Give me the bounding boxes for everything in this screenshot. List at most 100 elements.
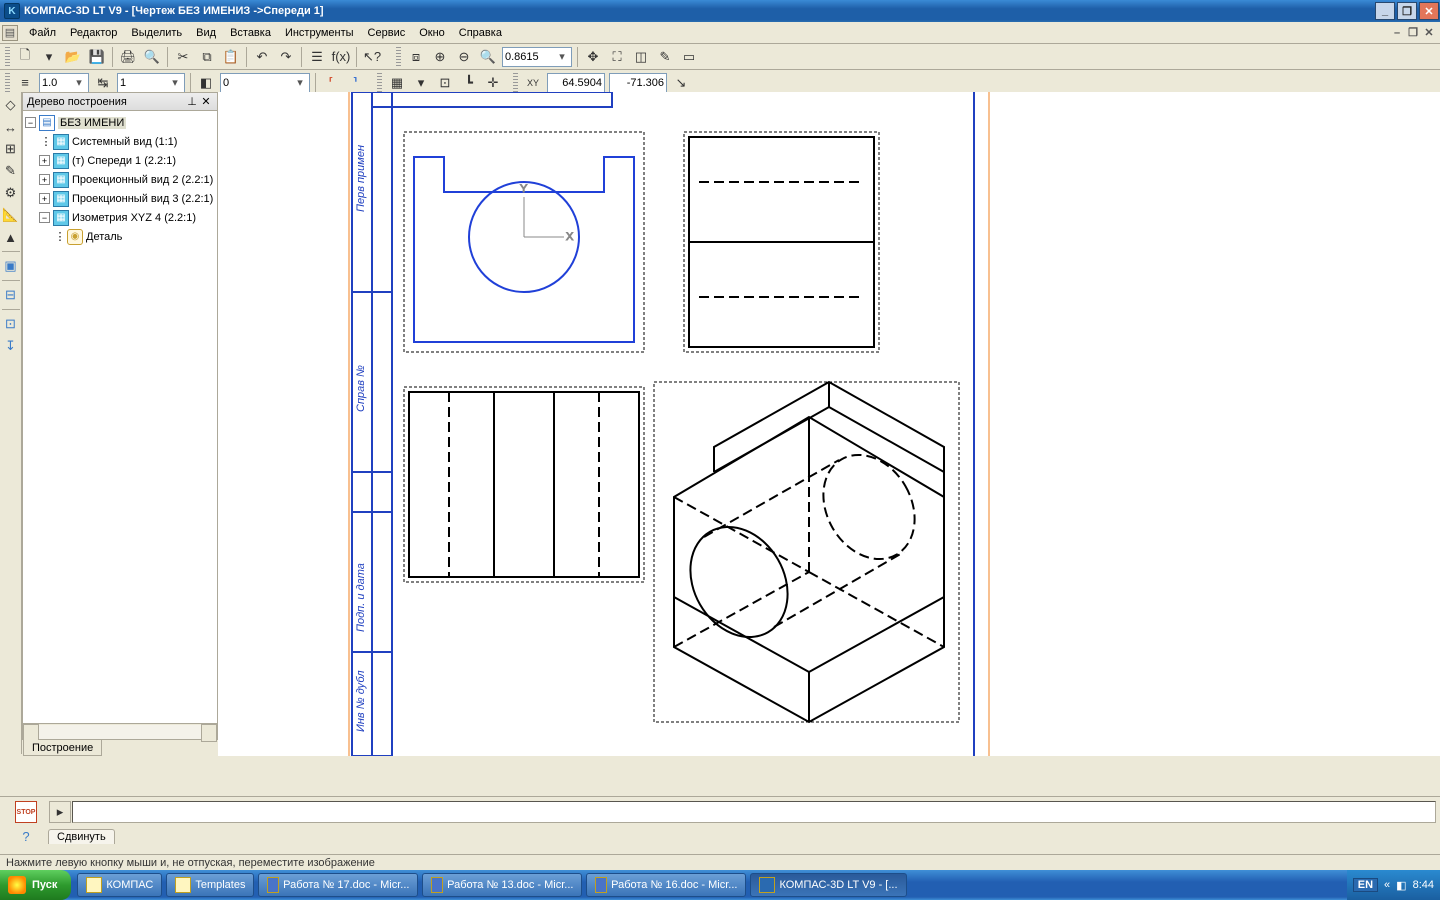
grid-dropdown-icon[interactable]: ▾ bbox=[410, 72, 432, 94]
dimension-tool-icon[interactable]: ↔ bbox=[1, 117, 21, 137]
menu-view[interactable]: Вид bbox=[189, 24, 223, 42]
drawing-canvas[interactable]: Перв примен Справ № Подп. и дата Инв № д… bbox=[218, 92, 1440, 756]
toolbar-grip[interactable] bbox=[5, 47, 10, 67]
coord-y-field[interactable]: -71.306 bbox=[609, 73, 667, 93]
export-tool-icon[interactable]: ↧ bbox=[1, 336, 21, 356]
coord-settings-button[interactable]: ↘ bbox=[670, 72, 692, 94]
ortho-button[interactable]: ┗ bbox=[458, 72, 480, 94]
start-button[interactable]: Пуск bbox=[0, 870, 71, 900]
document-app-icon[interactable]: ▤ bbox=[2, 25, 18, 41]
copy-button[interactable]: ⧉ bbox=[196, 46, 218, 68]
close-button[interactable]: ✕ bbox=[1419, 2, 1439, 20]
tree-root[interactable]: − ▤ БЕЗ ИМЕНИ bbox=[25, 113, 215, 132]
task-word-13[interactable]: Работа № 13.doc - Micr... bbox=[422, 873, 582, 897]
coord-mode-button[interactable]: XY bbox=[522, 72, 544, 94]
line-width-icon[interactable]: ≡ bbox=[14, 72, 36, 94]
properties-button[interactable]: ☰ bbox=[306, 46, 328, 68]
task-folder-kompas[interactable]: КОМПАС bbox=[77, 873, 162, 897]
zoom-combo[interactable]: 0.8615▾ bbox=[502, 47, 572, 67]
menu-help[interactable]: Справка bbox=[452, 24, 509, 42]
auto-width-icon[interactable]: ↹ bbox=[92, 72, 114, 94]
tree-body[interactable]: − ▤ БЕЗ ИМЕНИ ⋮ ▦ Системный вид (1:1) + … bbox=[23, 111, 217, 723]
maximize-button[interactable]: ❐ bbox=[1397, 2, 1417, 20]
pan-button[interactable]: ✥ bbox=[582, 46, 604, 68]
dropdown-arrow-icon[interactable]: ▾ bbox=[38, 46, 60, 68]
toggle-icon[interactable]: − bbox=[39, 212, 50, 223]
zoom-out-button[interactable]: ⊖ bbox=[453, 46, 475, 68]
edit-tool-icon[interactable]: ✎ bbox=[1, 161, 21, 181]
mdi-restore-button[interactable]: ❐ bbox=[1406, 26, 1420, 40]
grid-button[interactable]: ▦ bbox=[386, 72, 408, 94]
task-kompas-app[interactable]: КОМПАС-3D LT V9 - [... bbox=[750, 873, 906, 897]
mdi-close-button[interactable]: ✕ bbox=[1422, 26, 1436, 40]
local-csys-button[interactable]: ✛ bbox=[482, 72, 504, 94]
tree-bottom-tab[interactable]: Построение bbox=[23, 740, 102, 756]
pin-icon[interactable]: ⊥ bbox=[185, 95, 199, 108]
language-indicator[interactable]: EN bbox=[1353, 878, 1378, 892]
preview-button[interactable]: 🔍 bbox=[141, 46, 163, 68]
task-word-16[interactable]: Работа № 16.doc - Micr... bbox=[586, 873, 746, 897]
tree-item-system-view[interactable]: ⋮ ▦ Системный вид (1:1) bbox=[25, 132, 215, 151]
refresh-button[interactable]: ✎ bbox=[654, 46, 676, 68]
snap-magnet-blue-icon[interactable]: ⸣ bbox=[344, 72, 366, 94]
select-tool-icon[interactable]: ▲ bbox=[1, 227, 21, 247]
tree-item-iso[interactable]: − ▦ Изометрия XYZ 4 (2.2:1) bbox=[25, 208, 215, 227]
help-button[interactable]: ? bbox=[15, 825, 37, 847]
tree-h-scrollbar[interactable] bbox=[23, 723, 217, 739]
color-button[interactable]: ◧ bbox=[195, 72, 217, 94]
menu-file[interactable]: Файл bbox=[22, 24, 63, 42]
command-input[interactable] bbox=[72, 801, 1436, 823]
menu-select[interactable]: Выделить bbox=[124, 24, 189, 42]
snap-node-button[interactable]: ⊡ bbox=[434, 72, 456, 94]
print-button[interactable]: 🖨 bbox=[117, 46, 139, 68]
line-width-combo[interactable]: 1.0▾ bbox=[39, 73, 89, 93]
toggle-icon[interactable]: + bbox=[39, 193, 50, 204]
zoom-fit-button[interactable]: ⛶ bbox=[606, 46, 628, 68]
report-tool-icon[interactable]: ⊡ bbox=[1, 314, 21, 334]
zoom-frame-button[interactable]: ⧈ bbox=[405, 46, 427, 68]
minimize-button[interactable]: _ bbox=[1375, 2, 1395, 20]
tree-item-detail[interactable]: ⋮ ◉ Деталь bbox=[25, 227, 215, 246]
tree-item-proj2[interactable]: + ▦ Проекционный вид 2 (2.2:1) bbox=[25, 170, 215, 189]
style-combo[interactable]: 0▾ bbox=[220, 73, 310, 93]
close-panel-icon[interactable]: ✕ bbox=[199, 95, 213, 108]
clock[interactable]: 8:44 bbox=[1413, 879, 1434, 891]
task-word-17[interactable]: Работа № 17.doc - Micr... bbox=[258, 873, 418, 897]
variables-button[interactable]: f(x) bbox=[330, 46, 352, 68]
menu-window[interactable]: Окно bbox=[412, 24, 452, 42]
zoom-in-button[interactable]: ⊕ bbox=[429, 46, 451, 68]
toolbar-grip[interactable] bbox=[377, 73, 382, 93]
view-tool-icon[interactable]: ▣ bbox=[1, 256, 21, 276]
zoom-prev-button[interactable]: ◫ bbox=[630, 46, 652, 68]
paste-button[interactable]: 📋 bbox=[220, 46, 242, 68]
spec-tool-icon[interactable]: ⊟ bbox=[1, 285, 21, 305]
toggle-icon[interactable]: + bbox=[39, 174, 50, 185]
redo-button[interactable]: ↷ bbox=[275, 46, 297, 68]
menu-tools[interactable]: Инструменты bbox=[278, 24, 361, 42]
mdi-minimize-button[interactable]: – bbox=[1390, 26, 1404, 40]
open-button[interactable]: 📂 bbox=[62, 46, 84, 68]
cut-button[interactable]: ✂ bbox=[172, 46, 194, 68]
coord-x-field[interactable]: 64.5904 bbox=[547, 73, 605, 93]
tab-shift[interactable]: Сдвинуть bbox=[48, 829, 115, 844]
toolbar-grip[interactable] bbox=[396, 47, 401, 67]
layer-combo[interactable]: 1▾ bbox=[117, 73, 185, 93]
undo-button[interactable]: ↶ bbox=[251, 46, 273, 68]
save-button[interactable]: 💾 bbox=[86, 46, 108, 68]
toolbar-grip[interactable] bbox=[513, 73, 518, 93]
param-tool-icon[interactable]: ⚙ bbox=[1, 183, 21, 203]
snap-magnet-red-icon[interactable]: ⸢ bbox=[320, 72, 342, 94]
stop-button[interactable]: STOP bbox=[15, 801, 37, 823]
task-folder-templates[interactable]: Templates bbox=[166, 873, 254, 897]
measure-tool-icon[interactable]: 📐 bbox=[1, 205, 21, 225]
notation-tool-icon[interactable]: ⊞ bbox=[1, 139, 21, 159]
tray-item-icon[interactable]: ◧ bbox=[1396, 879, 1406, 892]
zoom-dynamic-button[interactable]: 🔍 bbox=[477, 46, 499, 68]
menu-editor[interactable]: Редактор bbox=[63, 24, 124, 42]
menu-insert[interactable]: Вставка bbox=[223, 24, 278, 42]
new-button[interactable]: 🗋 bbox=[14, 46, 36, 68]
system-tray[interactable]: EN « ◧ 8:44 bbox=[1347, 870, 1440, 900]
toggle-icon[interactable]: − bbox=[25, 117, 36, 128]
tree-item-front[interactable]: + ▦ (т) Спереди 1 (2.2:1) bbox=[25, 151, 215, 170]
toggle-icon[interactable]: + bbox=[39, 155, 50, 166]
